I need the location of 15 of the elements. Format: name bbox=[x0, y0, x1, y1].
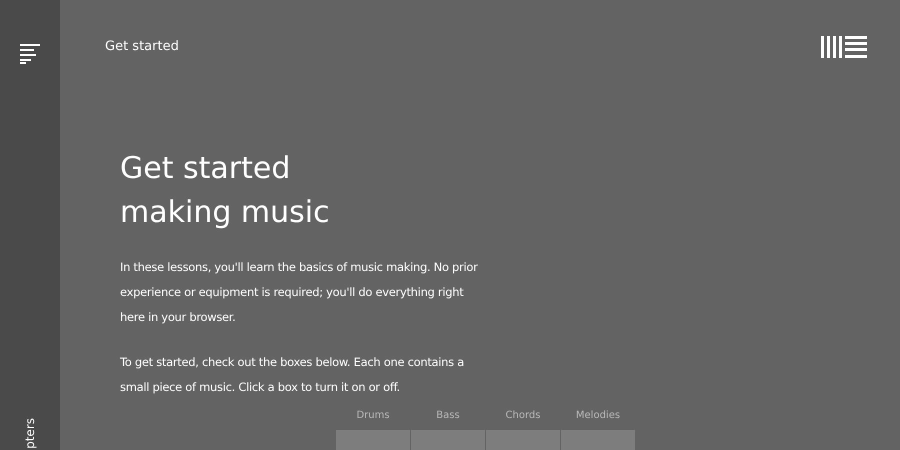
menu-icon[interactable] bbox=[20, 44, 40, 64]
pad-label: Bass bbox=[436, 409, 460, 423]
intro-paragraph: In these lessons, you'll learn the basics of music making. No prior experience or equipment is required; you'll do everything right here in your browser. bbox=[120, 259, 479, 326]
music-pad[interactable] bbox=[561, 430, 635, 450]
music-pad[interactable] bbox=[411, 430, 485, 450]
pad-label: Chords bbox=[506, 409, 540, 423]
page-title: Get started bbox=[105, 38, 179, 56]
music-pad[interactable] bbox=[486, 430, 560, 450]
intro-paragraph: To get started, check out the boxes below. Each one contains a small piece of music. Click a box to turn it on or off. bbox=[120, 354, 465, 396]
logo-icon[interactable] bbox=[821, 36, 867, 58]
pad-label: Melodies bbox=[576, 409, 620, 423]
chapters-label[interactable]: pters bbox=[24, 418, 36, 449]
pad-label: Drums bbox=[356, 409, 390, 423]
hero-heading: Get started making music bbox=[120, 150, 331, 232]
music-pad[interactable] bbox=[336, 430, 410, 450]
